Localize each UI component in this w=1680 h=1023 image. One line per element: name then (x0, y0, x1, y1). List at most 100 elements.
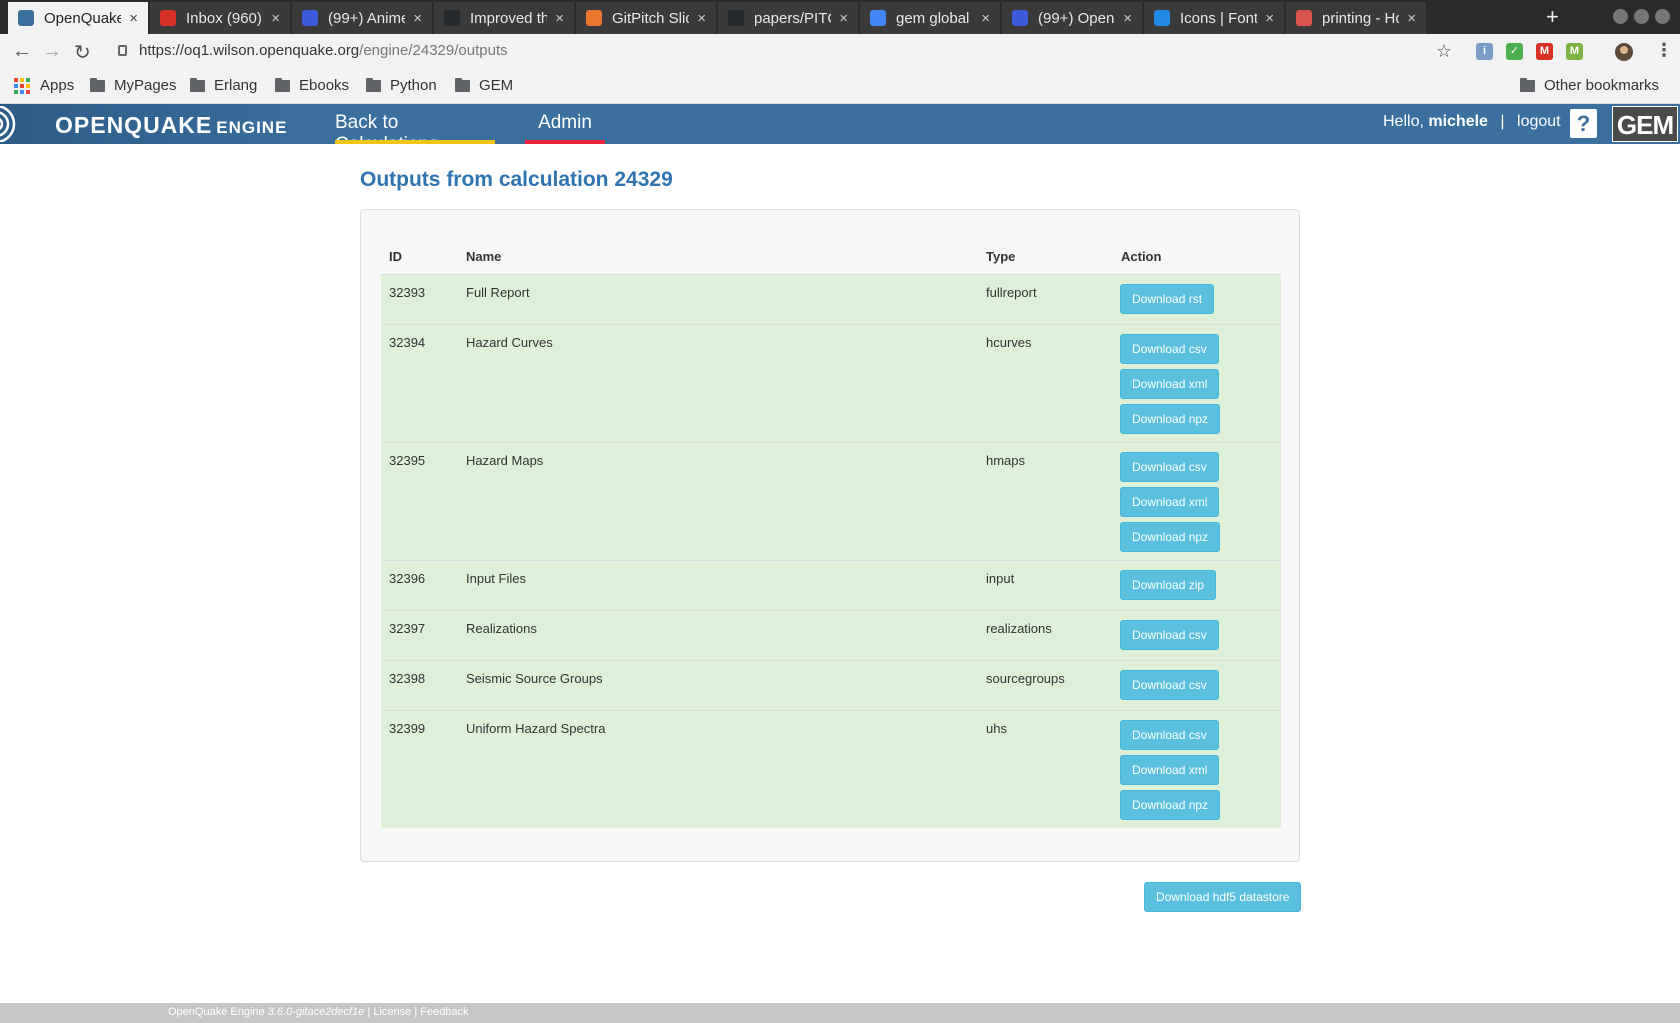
bookmark-apps[interactable]: Apps (14, 77, 74, 94)
tab-title: Improved the (470, 9, 548, 27)
outputs-panel: ID Name Type Action 32393 Full Report full… (360, 209, 1300, 862)
footer-version: 3.6.0-gitace2decf1e (267, 1006, 365, 1018)
browser-tab[interactable]: Icons | Font A × (1144, 2, 1284, 34)
download-button[interactable]: Download xml (1120, 755, 1220, 785)
tab-favicon-icon (160, 10, 176, 26)
nav-back-to-calculations[interactable]: Back to Calculations (335, 104, 495, 155)
bookmark-folder[interactable]: Ebooks (275, 77, 349, 94)
browser-tab[interactable]: (99+) OpenQ × (1002, 2, 1142, 34)
download-button[interactable]: Download zip (1120, 570, 1217, 600)
browser-tab[interactable]: OpenQuake × (8, 2, 148, 34)
bookmark-folder-label: Ebooks (299, 77, 350, 94)
table-row: 32399 Uniform Hazard Spectra uhs Download c… (381, 710, 1281, 828)
table-row: 32394 Hazard Curves hcurves Download csv Dow… (381, 324, 1281, 442)
back-arrow-icon[interactable]: ← (12, 40, 32, 63)
tab-close-icon[interactable]: × (697, 10, 706, 27)
reload-icon[interactable]: ↻ (74, 40, 91, 65)
brand-name: OPENQUAKE (55, 112, 213, 138)
cell-id: 32396 (389, 571, 426, 586)
tab-title: (99+) Animec (328, 9, 406, 27)
extension-icon[interactable]: ✓ (1506, 43, 1523, 60)
bookmark-apps-label: Apps (40, 77, 75, 94)
footer-sep: | (367, 1006, 371, 1018)
browser-tab[interactable]: gem global r × (860, 2, 1000, 34)
maximize-icon[interactable] (1634, 9, 1649, 24)
new-tab-button[interactable]: + (1546, 4, 1559, 30)
browser-menu-icon[interactable]: ⋮ (1655, 40, 1673, 61)
close-window-icon[interactable] (1655, 9, 1670, 24)
browser-tab[interactable]: Inbox (960) - × (150, 2, 290, 34)
openquake-logo[interactable]: OPENQUAKE ENGINE (0, 104, 320, 144)
download-button[interactable]: Download npz (1120, 522, 1221, 552)
help-button[interactable]: ? (1570, 109, 1597, 138)
tab-close-icon[interactable]: × (1265, 10, 1274, 27)
bookmark-folder-label: Python (390, 77, 437, 94)
tab-close-icon[interactable]: × (413, 10, 422, 27)
bookmark-folder[interactable]: MyPages (90, 77, 177, 94)
col-id: ID (389, 249, 402, 264)
forward-arrow-icon[interactable]: → (42, 40, 62, 63)
extension-icon[interactable]: M (1566, 43, 1583, 60)
download-button[interactable]: Download csv (1120, 334, 1219, 364)
bookmark-folder-label: GEM (479, 77, 514, 94)
browser-tab[interactable]: GitPitch Slide × (576, 2, 716, 34)
nav-admin[interactable]: Admin (525, 104, 605, 144)
cell-actions: Download csv Download xml Download npz (1120, 720, 1221, 820)
gem-logo[interactable]: GEM (1612, 106, 1678, 142)
download-button[interactable]: Download npz (1120, 790, 1221, 820)
cell-actions: Download rst (1120, 284, 1215, 314)
tab-title: Icons | Font A (1180, 9, 1258, 27)
url-field[interactable]: https://oq1.wilson.openquake.org/engine/… (118, 42, 508, 59)
hello-text: Hello, (1383, 113, 1424, 130)
footer: OpenQuake Engine 3.6.0-gitace2decf1e | L… (0, 1003, 1680, 1023)
browser-tab-bar: OpenQuake×Inbox (960) -×(99+) Animec×Imp… (0, 0, 1680, 34)
extension-icon[interactable]: i (1476, 43, 1493, 60)
feedback-link[interactable]: Feedback (420, 1006, 468, 1018)
download-button[interactable]: Download xml (1120, 369, 1220, 399)
bookmark-folder[interactable]: Python (366, 77, 437, 94)
tab-close-icon[interactable]: × (1407, 10, 1416, 27)
cell-type: fullreport (986, 285, 1037, 300)
cell-type: realizations (986, 621, 1052, 636)
nav-back-label: Back to Calculations (335, 112, 439, 155)
col-action: Action (1121, 249, 1162, 264)
extension-icon[interactable]: M (1536, 43, 1553, 60)
tab-close-icon[interactable]: × (555, 10, 564, 27)
browser-tab[interactable]: papers/PITCI × (718, 2, 858, 34)
profile-avatar-icon[interactable] (1615, 43, 1633, 61)
nav-underline (335, 140, 495, 144)
download-button[interactable]: Download csv (1120, 670, 1219, 700)
download-button[interactable]: Download csv (1120, 620, 1219, 650)
download-button[interactable]: Download rst (1120, 284, 1215, 314)
license-link[interactable]: License (373, 1006, 411, 1018)
tab-close-icon[interactable]: × (839, 10, 848, 27)
tab-close-icon[interactable]: × (1123, 10, 1132, 27)
bookmark-folder[interactable]: Erlang (190, 77, 257, 94)
download-button[interactable]: Download npz (1120, 404, 1221, 434)
bookmark-other[interactable]: Other bookmarks (1520, 77, 1659, 94)
table-row: 32395 Hazard Maps hmaps Download csv Downloa… (381, 442, 1281, 560)
table-row: 32398 Seismic Source Groups sourcegroups Do… (381, 660, 1281, 710)
tab-close-icon[interactable]: × (129, 10, 138, 27)
bookmark-folder[interactable]: GEM (455, 77, 513, 94)
folder-icon (366, 77, 381, 92)
logout-link[interactable]: logout (1517, 113, 1561, 130)
browser-tab[interactable]: printing - Ho × (1286, 2, 1426, 34)
download-button[interactable]: Download csv (1120, 720, 1219, 750)
bookmark-star-icon[interactable]: ☆ (1436, 41, 1452, 62)
cell-id: 32398 (389, 671, 426, 686)
cell-actions: Download csv (1120, 670, 1219, 700)
download-button[interactable]: Download xml (1120, 487, 1220, 517)
download-button[interactable]: Download csv (1120, 452, 1219, 482)
browser-tab[interactable]: Improved the × (434, 2, 574, 34)
tab-close-icon[interactable]: × (981, 10, 990, 27)
minimize-icon[interactable] (1613, 9, 1628, 24)
bookmarks-bar: Apps MyPages Erlang Ebooks Python GEM Other … (0, 70, 1680, 104)
download-hdf5-button[interactable]: Download hdf5 datastore (1144, 882, 1302, 912)
tab-title: OpenQuake (44, 9, 122, 27)
browser-tab[interactable]: (99+) Animec × (292, 2, 432, 34)
tab-title: Inbox (960) - (186, 9, 264, 27)
tab-close-icon[interactable]: × (271, 10, 280, 27)
cell-id: 32397 (389, 621, 426, 636)
tab-favicon-icon (728, 10, 744, 26)
